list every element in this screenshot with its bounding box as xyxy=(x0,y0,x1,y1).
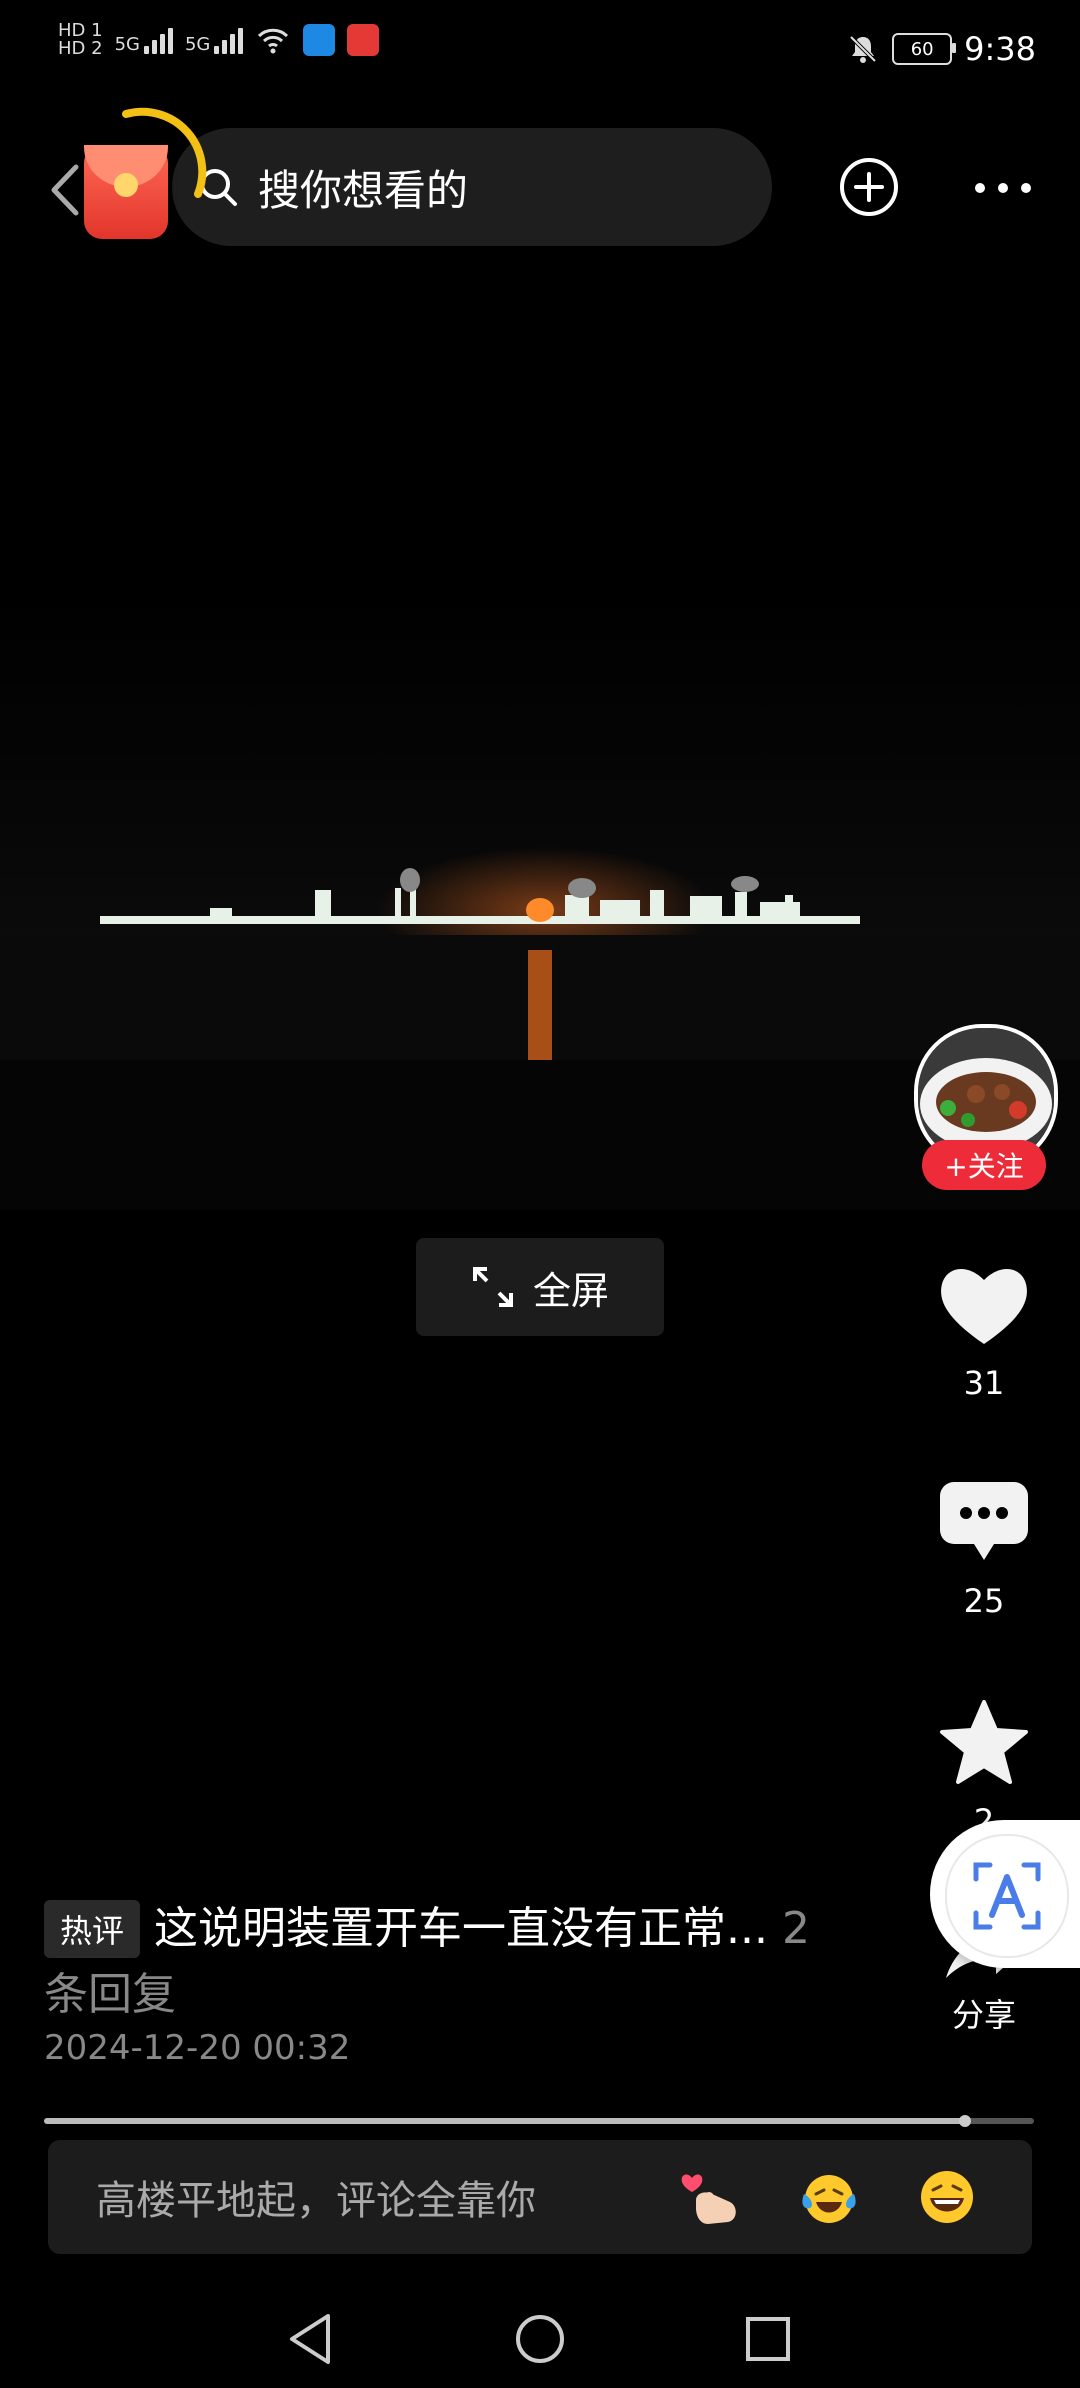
progress-knob[interactable] xyxy=(958,2115,971,2127)
video-progress-bar[interactable] xyxy=(44,2115,1034,2127)
finger-heart-emoji-icon[interactable] xyxy=(678,2164,744,2230)
hot-comment[interactable]: 这说明装置开车一直没有正常... 2 xyxy=(154,1900,810,1958)
status-bar: HD 1 HD 2 5G 5G 60 9:38 xyxy=(0,0,1080,110)
laughing-tears-emoji-icon[interactable] xyxy=(796,2164,862,2230)
search-placeholder: 搜你想看的 xyxy=(258,165,469,215)
reply-count: 2 xyxy=(781,1903,810,1954)
red-book-app-icon xyxy=(347,24,380,56)
network2: 5G xyxy=(184,26,244,55)
back-arrow-icon[interactable] xyxy=(40,145,88,235)
reply-suffix[interactable]: 条回复 xyxy=(44,1966,176,2024)
status-right: 60 9:38 xyxy=(846,30,1036,68)
follow-button[interactable]: +关注 xyxy=(922,1140,1046,1190)
comment-bubble-icon xyxy=(940,1482,1028,1560)
hot-tag-label: 热评 xyxy=(59,1912,124,1950)
comment-input-placeholder: 高楼平地起，评论全靠你 xyxy=(96,2178,536,2224)
status-left: HD 1 HD 2 5G 5G xyxy=(58,22,380,58)
nav-recents-icon[interactable] xyxy=(746,2317,790,2361)
progress-fill xyxy=(44,2118,965,2124)
post-date: 2024-12-20 00:32 xyxy=(44,2028,351,2068)
heart-icon xyxy=(941,1268,1027,1344)
like-count: 31 xyxy=(963,1364,1005,1402)
fullscreen-button[interactable]: 全屏 xyxy=(416,1238,664,1336)
battery-icon: 60 xyxy=(892,33,957,65)
sim2-label: HD 2 xyxy=(58,38,103,59)
red-packet-icon[interactable] xyxy=(84,145,168,239)
nav-home-icon[interactable] xyxy=(516,2315,564,2363)
net1-label: 5G xyxy=(114,34,140,55)
sim-labels: HD 1 HD 2 xyxy=(58,22,103,58)
wifi-icon xyxy=(258,28,289,54)
nav-back-icon[interactable] xyxy=(290,2314,330,2364)
grinning-emoji-icon[interactable] xyxy=(914,2164,980,2230)
text-scan-icon xyxy=(973,1862,1041,1930)
shield-app-icon xyxy=(303,24,336,56)
share-label: 分享 xyxy=(951,1996,1016,2034)
network1: 5G xyxy=(115,26,173,54)
translate-floating-button[interactable] xyxy=(930,1820,1080,1968)
clock: 9:38 xyxy=(964,30,1036,68)
follow-label: +关注 xyxy=(944,1150,1024,1183)
star-icon xyxy=(940,1700,1028,1784)
comment-input-bar[interactable]: 高楼平地起，评论全靠你 xyxy=(48,2140,1032,2254)
comment-button[interactable]: 25 xyxy=(924,1478,1044,1620)
battery-level: 60 xyxy=(910,38,934,60)
system-nav-bar xyxy=(290,2314,790,2364)
plus-circle-icon[interactable] xyxy=(838,156,900,218)
comment-count: 25 xyxy=(963,1582,1005,1620)
translate-circle xyxy=(945,1834,1069,1958)
hot-comment-text: 这说明装置开车一直没有正常... xyxy=(154,1903,768,1954)
expand-icon xyxy=(472,1267,513,1307)
like-button[interactable]: 31 xyxy=(924,1260,1044,1402)
favorite-button[interactable]: 2 xyxy=(924,1698,1044,1840)
signal-icon xyxy=(214,26,244,54)
fullscreen-label: 全屏 xyxy=(532,1268,609,1313)
mute-bell-icon xyxy=(849,35,877,63)
net2-label: 5G xyxy=(184,34,211,55)
more-dots-icon[interactable] xyxy=(970,160,1036,216)
hot-comment-tag: 热评 xyxy=(44,1900,140,1958)
signal-icon xyxy=(143,26,173,54)
search-bar[interactable]: 搜你想看的 xyxy=(172,128,772,246)
